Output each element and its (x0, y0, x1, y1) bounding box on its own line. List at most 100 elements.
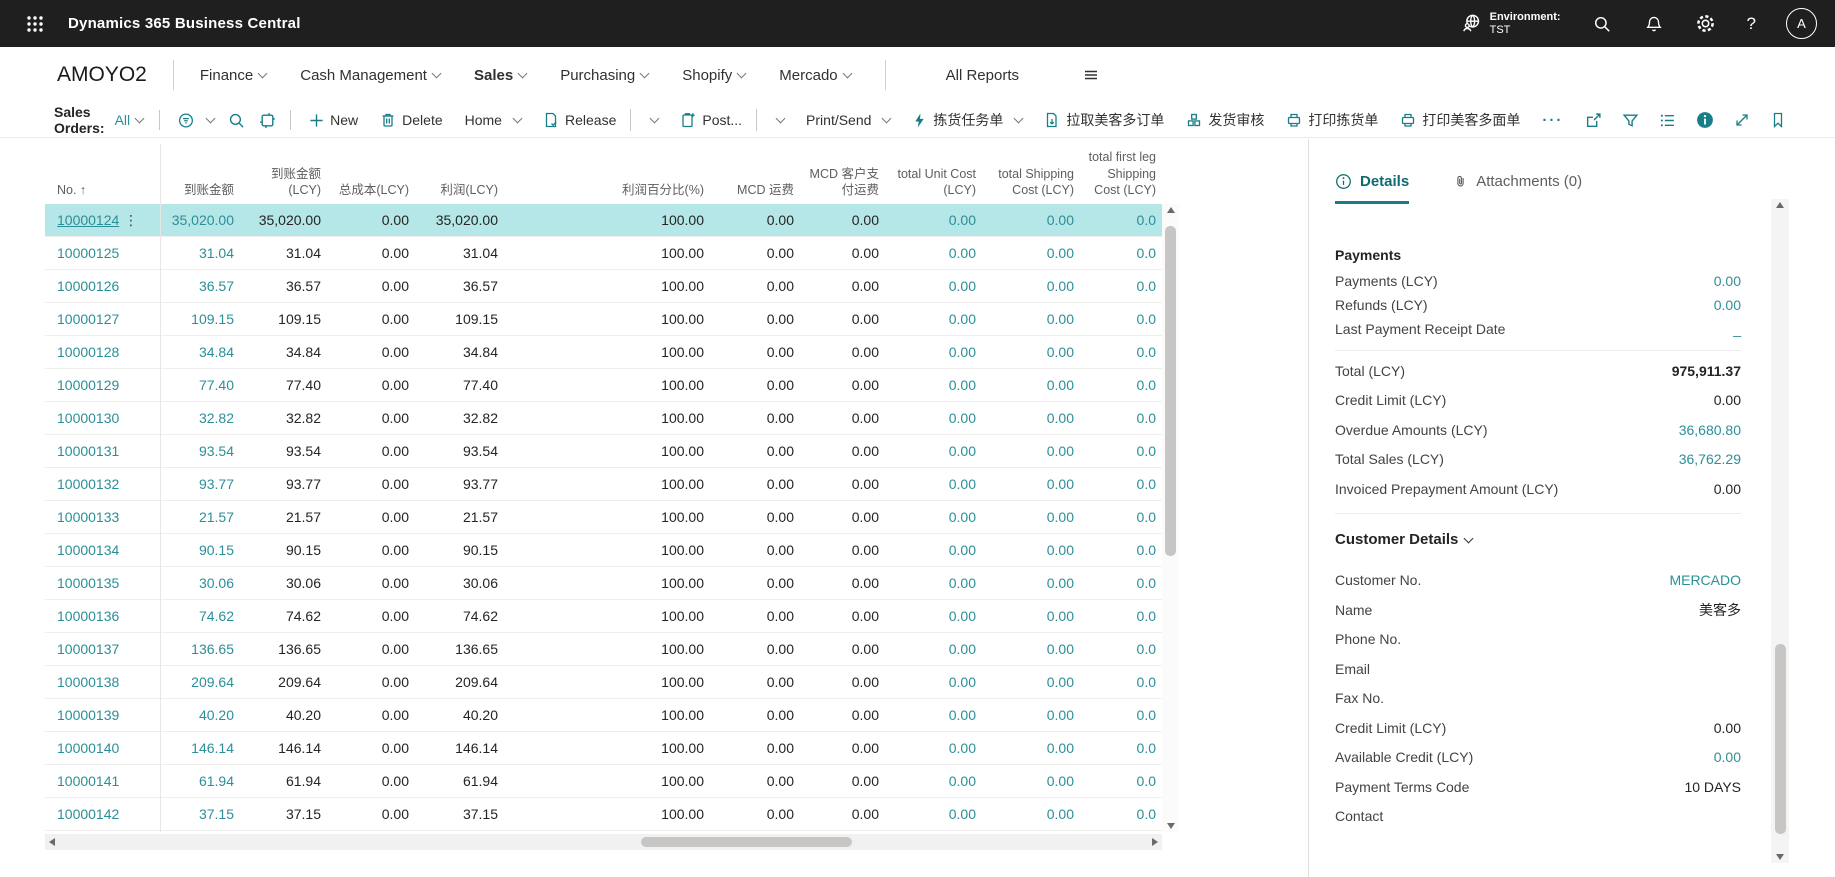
scroll-left-icon[interactable] (49, 834, 55, 850)
grid-cell[interactable]: 0.00 (710, 245, 800, 261)
order-no-cell[interactable]: 10000141 (45, 773, 160, 789)
order-no-cell[interactable]: 10000133 (45, 509, 160, 525)
app-title[interactable]: Dynamics 365 Business Central (68, 15, 301, 32)
grid-cell[interactable]: 0.0 (1080, 311, 1162, 327)
grid-cell[interactable]: 32.82 (415, 410, 504, 426)
grid-cell[interactable]: 0.00 (800, 476, 885, 492)
factbox-scrollbar[interactable] (1771, 199, 1789, 863)
print-pick-list-button[interactable]: 打印拣货单 (1286, 110, 1378, 130)
table-row[interactable]: 1000013293.7793.770.0093.77100.000.000.0… (45, 468, 1179, 501)
search-icon[interactable] (1591, 13, 1613, 35)
filter-funnel-icon[interactable] (1622, 112, 1639, 129)
order-no-link[interactable]: 10000135 (57, 575, 119, 591)
column-header-total-first-leg-shipping-cost-lcy[interactable]: total first leg Shipping Cost (LCY) (1080, 149, 1162, 204)
order-no-link[interactable]: 10000132 (57, 476, 119, 492)
grid-cell[interactable]: 0.00 (327, 641, 415, 657)
order-no-link[interactable]: 10000134 (57, 542, 119, 558)
gear-icon[interactable] (1695, 13, 1717, 35)
grid-cell[interactable]: 109.15 (160, 311, 240, 327)
grid-cell[interactable]: 0.0 (1080, 641, 1162, 657)
grid-cell[interactable]: 136.65 (415, 641, 504, 657)
scroll-up-icon[interactable] (1162, 207, 1179, 213)
grid-cell[interactable]: 0.0 (1080, 707, 1162, 723)
home-menu[interactable]: Home (465, 112, 521, 128)
grid-cell[interactable]: 0.00 (800, 344, 885, 360)
grid-cell[interactable]: 36.57 (160, 278, 240, 294)
grid-cell[interactable]: 0.00 (800, 806, 885, 822)
grid-cell[interactable]: 0.00 (710, 212, 800, 228)
grid-cell[interactable]: 0.00 (710, 575, 800, 591)
grid-cell[interactable]: 0.00 (885, 575, 982, 591)
order-no-cell[interactable]: 10000134 (45, 542, 160, 558)
grid-cell[interactable]: 0.00 (800, 608, 885, 624)
table-row[interactable]: 1000013032.8232.820.0032.82100.000.000.0… (45, 402, 1179, 435)
grid-cell[interactable]: 100.00 (504, 806, 710, 822)
grid-cell[interactable]: 0.0 (1080, 410, 1162, 426)
grid-cell[interactable]: 0.00 (982, 608, 1080, 624)
grid-cell[interactable]: 37.15 (240, 806, 327, 822)
grid-cell[interactable]: 0.00 (982, 575, 1080, 591)
column-header-到账金额[interactable]: 到账金额 (160, 182, 240, 204)
table-vertical-scrollbar[interactable] (1162, 204, 1179, 832)
nav-item-finance[interactable]: Finance (200, 67, 266, 84)
grid-cell[interactable]: 0.00 (982, 344, 1080, 360)
grid-cell[interactable]: 0.0 (1080, 377, 1162, 393)
order-no-link[interactable]: 10000126 (57, 278, 119, 294)
grid-cell[interactable]: 40.20 (415, 707, 504, 723)
grid-cell[interactable]: 209.64 (415, 674, 504, 690)
grid-cell[interactable]: 0.0 (1080, 245, 1162, 261)
grid-cell[interactable]: 0.00 (885, 344, 982, 360)
print-send-menu[interactable]: Print/Send (806, 112, 890, 128)
grid-cell[interactable]: 100.00 (504, 740, 710, 756)
grid-cell[interactable]: 77.40 (415, 377, 504, 393)
grid-cell[interactable]: 0.00 (710, 806, 800, 822)
grid-cell[interactable]: 100.00 (504, 377, 710, 393)
grid-cell[interactable]: 0.0 (1080, 509, 1162, 525)
grid-cell[interactable]: 0.00 (885, 245, 982, 261)
grid-cell[interactable]: 74.62 (415, 608, 504, 624)
column-header-mcd-客户支付运费[interactable]: MCD 客户支付运费 (800, 166, 885, 205)
grid-cell[interactable]: 0.0 (1080, 344, 1162, 360)
order-no-link[interactable]: 10000124 (57, 212, 119, 228)
field-value[interactable]: MERCADO (1669, 572, 1741, 588)
grid-cell[interactable]: 0.00 (327, 542, 415, 558)
grid-cell[interactable]: 0.00 (885, 608, 982, 624)
avatar[interactable]: A (1786, 8, 1817, 39)
grid-cell[interactable]: 0.00 (982, 707, 1080, 723)
order-no-cell[interactable]: 10000138 (45, 674, 160, 690)
grid-cell[interactable]: 93.54 (240, 443, 327, 459)
grid-cell[interactable]: 100.00 (504, 476, 710, 492)
grid-cell[interactable]: 136.65 (240, 641, 327, 657)
grid-cell[interactable]: 100.00 (504, 542, 710, 558)
grid-cell[interactable]: 61.94 (415, 773, 504, 789)
grid-cell[interactable]: 93.77 (240, 476, 327, 492)
grid-cell[interactable]: 0.00 (982, 377, 1080, 393)
post-button[interactable]: Post... (680, 109, 784, 131)
grid-cell[interactable]: 100.00 (504, 278, 710, 294)
table-row[interactable]: 1000013674.6274.620.0074.62100.000.000.0… (45, 600, 1179, 633)
grid-cell[interactable]: 0.00 (800, 575, 885, 591)
order-no-cell[interactable]: 10000140 (45, 740, 160, 756)
grid-cell[interactable]: 0.00 (710, 542, 800, 558)
grid-cell[interactable]: 100.00 (504, 773, 710, 789)
grid-cell[interactable]: 34.84 (240, 344, 327, 360)
grid-cell[interactable]: 0.00 (327, 278, 415, 294)
grid-cell[interactable]: 0.00 (327, 410, 415, 426)
grid-cell[interactable]: 30.06 (415, 575, 504, 591)
grid-cell[interactable]: 61.94 (160, 773, 240, 789)
scroll-down-icon[interactable] (1771, 854, 1789, 860)
order-no-cell[interactable]: 10000124⋮ (45, 212, 160, 229)
grid-cell[interactable]: 36.57 (415, 278, 504, 294)
column-header-利润-lcy[interactable]: 利润(LCY) (415, 182, 504, 204)
grid-cell[interactable]: 209.64 (240, 674, 327, 690)
grid-cell[interactable]: 0.00 (982, 542, 1080, 558)
delete-button[interactable]: Delete (380, 112, 442, 128)
analyze-icon[interactable] (259, 112, 276, 129)
order-no-link[interactable]: 10000130 (57, 410, 119, 426)
grid-cell[interactable]: 0.00 (885, 476, 982, 492)
grid-cell[interactable]: 0.00 (710, 377, 800, 393)
grid-cell[interactable]: 0.00 (327, 740, 415, 756)
grid-cell[interactable]: 35,020.00 (240, 212, 327, 228)
grid-cell[interactable]: 146.14 (415, 740, 504, 756)
order-no-link[interactable]: 10000141 (57, 773, 119, 789)
